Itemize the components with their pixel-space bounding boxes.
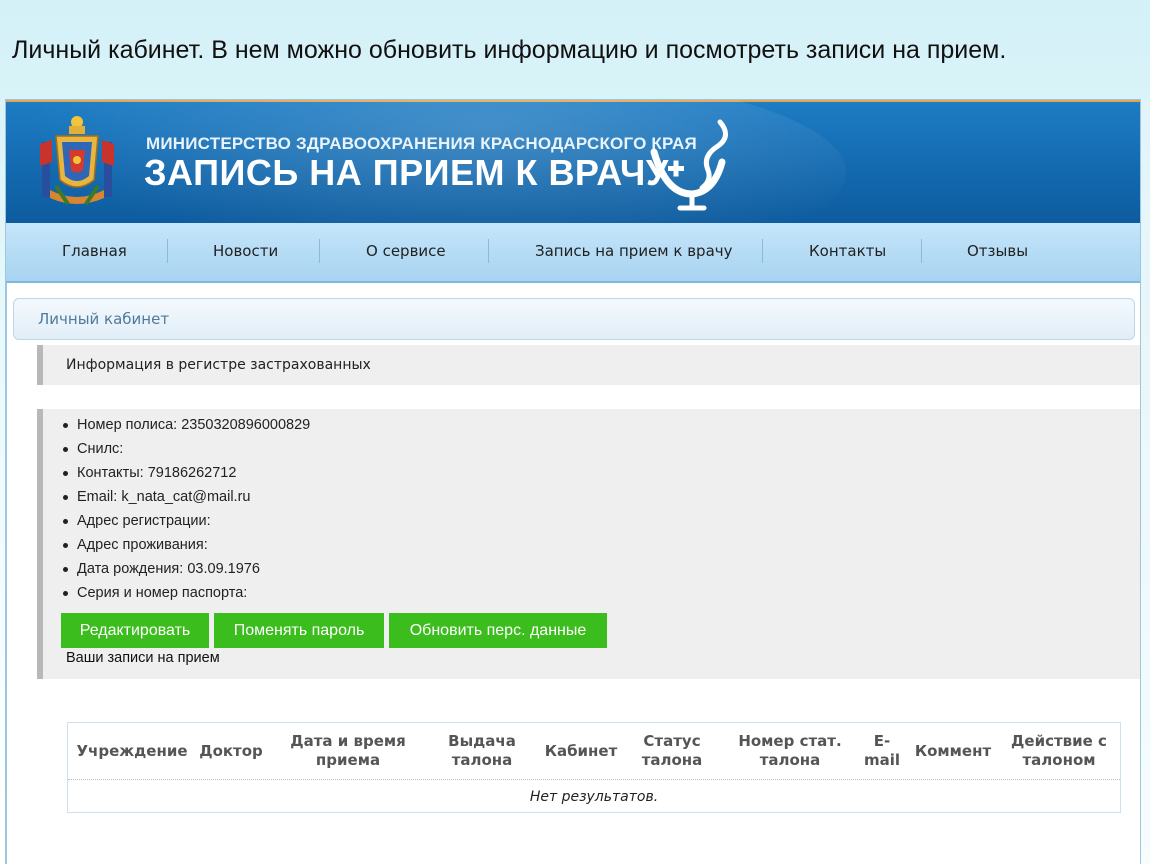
- insured-info-title: Информация в регистре застрахованных: [66, 357, 371, 373]
- column-label-wrap: Выдача талона: [448, 732, 516, 770]
- table-header-divider: [68, 779, 1120, 780]
- column-header[interactable]: Действие с талоном: [1004, 723, 1114, 779]
- browser-page: МИНИСТЕРСТВО ЗДРАВООХРАНЕНИЯ КРАСНОДАРСК…: [6, 100, 1140, 864]
- column-label: Учреждение: [76, 741, 188, 760]
- birth-date: Дата рождения: 03.09.1976: [59, 557, 310, 581]
- column-header[interactable]: Коммент: [910, 723, 996, 779]
- column-label-wrap: Статус талона: [642, 732, 703, 770]
- column-label: E-: [873, 732, 891, 750]
- slide-caption: Личный кабинет. В нем можно обновить инф…: [12, 36, 1007, 64]
- update-personal-data-button[interactable]: Обновить перс. данные: [389, 613, 607, 648]
- ministry-name: МИНИСТЕРСТВО ЗДРАВООХРАНЕНИЯ КРАСНОДАРСК…: [146, 134, 697, 153]
- right-edge: [1140, 100, 1150, 864]
- column-label: талона: [451, 751, 513, 769]
- appointments-label: Ваши записи на прием: [66, 650, 220, 666]
- column-header[interactable]: Статус талона: [634, 723, 710, 779]
- insured-info-header: Информация в регистре застрахованных: [37, 345, 1140, 385]
- column-label-wrap: Действие с талоном: [1011, 732, 1107, 770]
- coat-of-arms-icon: [40, 116, 114, 206]
- column-header[interactable]: Кабинет: [538, 723, 624, 779]
- column-label: Дата и время: [290, 732, 406, 750]
- bowl-of-hygieia-icon: [650, 119, 728, 211]
- insured-info-panel: Номер полиса: 2350320896000829 Снилс: Ко…: [37, 409, 1140, 679]
- nav-home[interactable]: Главная: [62, 242, 127, 260]
- nav-divider: [762, 239, 763, 263]
- personal-account-content: Личный кабинет Информация в регистре зас…: [6, 283, 1140, 864]
- registration-address: Адрес регистрации:: [59, 509, 310, 533]
- column-label-wrap: Номер стат. талона: [738, 732, 841, 770]
- nav-divider: [921, 239, 922, 263]
- column-label: mail: [863, 751, 901, 769]
- column-header[interactable]: Учреждение: [72, 723, 192, 779]
- section-title: Личный кабинет: [38, 310, 170, 328]
- column-label-wrap: Дата и время приема: [290, 732, 406, 770]
- edit-button[interactable]: Редактировать: [61, 613, 209, 648]
- column-label: Доктор: [199, 741, 263, 760]
- nav-reviews[interactable]: Отзывы: [967, 242, 1028, 260]
- section-title-bar: Личный кабинет: [13, 298, 1135, 340]
- nav-divider: [167, 239, 168, 263]
- column-label: Статус: [643, 732, 701, 750]
- change-password-button[interactable]: Поменять пароль: [214, 613, 384, 648]
- email: Email: k_nata_cat@mail.ru: [59, 485, 310, 509]
- column-label-wrap: E-mail: [864, 732, 900, 770]
- nav-about[interactable]: О сервисе: [366, 242, 446, 260]
- column-header[interactable]: Номер стат. талона: [728, 723, 852, 779]
- column-label: талона: [759, 751, 821, 769]
- column-label: Коммент: [914, 741, 992, 760]
- column-header[interactable]: Доктор: [194, 723, 268, 779]
- insured-info-list: Номер полиса: 2350320896000829 Снилс: Ко…: [59, 413, 310, 605]
- column-label: Номер стат.: [738, 732, 842, 750]
- column-header[interactable]: E-mail: [860, 723, 904, 779]
- policy-number: Номер полиса: 2350320896000829: [59, 413, 310, 437]
- nav-divider: [319, 239, 320, 263]
- column-label: талона: [641, 751, 703, 769]
- column-header[interactable]: Дата и время приема: [278, 723, 418, 779]
- column-header[interactable]: Выдача талона: [436, 723, 528, 779]
- residence-address: Адрес проживания:: [59, 533, 310, 557]
- nav-appointment[interactable]: Запись на прием к врачу: [535, 242, 733, 260]
- nav-divider: [488, 239, 489, 263]
- contacts: Контакты: 79186262712: [59, 461, 310, 485]
- snils: Снилс:: [59, 437, 310, 461]
- column-label: Выдача: [448, 732, 516, 750]
- site-header: МИНИСТЕРСТВО ЗДРАВООХРАНЕНИЯ КРАСНОДАРСК…: [6, 100, 1140, 282]
- service-title: ЗАПИСЬ НА ПРИЕМ К ВРАЧУ: [144, 152, 669, 193]
- column-label: приема: [315, 751, 381, 769]
- column-label: талоном: [1022, 751, 1096, 769]
- column-label: Кабинет: [544, 741, 618, 760]
- no-results-message: Нет результатов.: [529, 789, 659, 805]
- nav-contacts[interactable]: Контакты: [809, 242, 886, 260]
- column-label: Действие с: [1011, 732, 1107, 750]
- nav-news[interactable]: Новости: [213, 242, 278, 260]
- passport-number: Серия и номер паспорта:: [59, 581, 310, 605]
- main-navigation: Главная Новости О сервисе Запись на прие…: [6, 223, 1140, 283]
- appointments-table: Учреждение Доктор Дата и время приема Выд…: [67, 722, 1121, 813]
